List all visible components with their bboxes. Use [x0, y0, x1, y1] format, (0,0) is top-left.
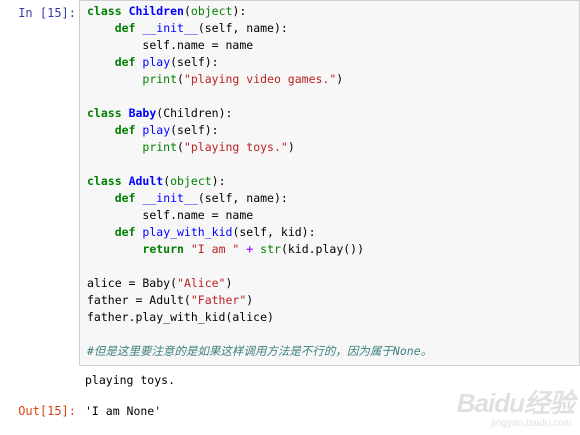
- input-prompt: In [15]:: [18, 6, 76, 20]
- code-line-12: def __init__(self, name):: [114, 191, 288, 205]
- code-line-19: father.play_with_kid(alice): [87, 310, 274, 324]
- code-line-5: print("playing video games."): [142, 72, 344, 86]
- keyword: class: [87, 4, 122, 18]
- code-line-4: def play(self):: [114, 55, 219, 69]
- code-comment: #但是这里要注意的是如果这样调用方法是不行的，因为属于None。: [87, 344, 433, 358]
- code-line-3: self.name = name: [142, 38, 254, 52]
- code-line-7: class Baby(Children):: [87, 106, 233, 120]
- code-line-2: def __init__(self, name):: [114, 21, 288, 35]
- code-editor[interactable]: class Children(object): def __init__(sel…: [87, 3, 432, 360]
- class-name: Children: [128, 4, 184, 18]
- code-line-14: def play_with_kid(self, kid):: [114, 225, 316, 239]
- code-cell-input[interactable]: class Children(object): def __init__(sel…: [79, 0, 580, 366]
- code-line-18: father = Adult("Father"): [87, 293, 254, 307]
- code-line-1: class Children(object):: [87, 4, 247, 18]
- watermark-brand: Baidu经验: [456, 388, 575, 418]
- code-line-9: print("playing toys."): [142, 140, 295, 154]
- base-class: object: [190, 4, 233, 18]
- cell-stdout: playing toys.: [85, 373, 176, 387]
- baidu-watermark: Baidu经验 jingyan.baidu.com: [456, 381, 575, 429]
- function-name: __init__: [142, 21, 198, 35]
- code-line-15: return "I am " + str(kid.play()): [142, 242, 365, 256]
- cell-result: 'I am None': [85, 404, 162, 418]
- watermark-url: jingyan.baidu.com: [491, 418, 572, 429]
- code-line-11: class Adult(object):: [87, 174, 226, 188]
- string-literal: "playing video games.": [183, 72, 337, 86]
- code-line-13: self.name = name: [142, 208, 254, 222]
- output-prompt: Out[15]:: [18, 404, 76, 418]
- code-line-8: def play(self):: [114, 123, 219, 137]
- code-line-17: alice = Baby("Alice"): [87, 276, 233, 290]
